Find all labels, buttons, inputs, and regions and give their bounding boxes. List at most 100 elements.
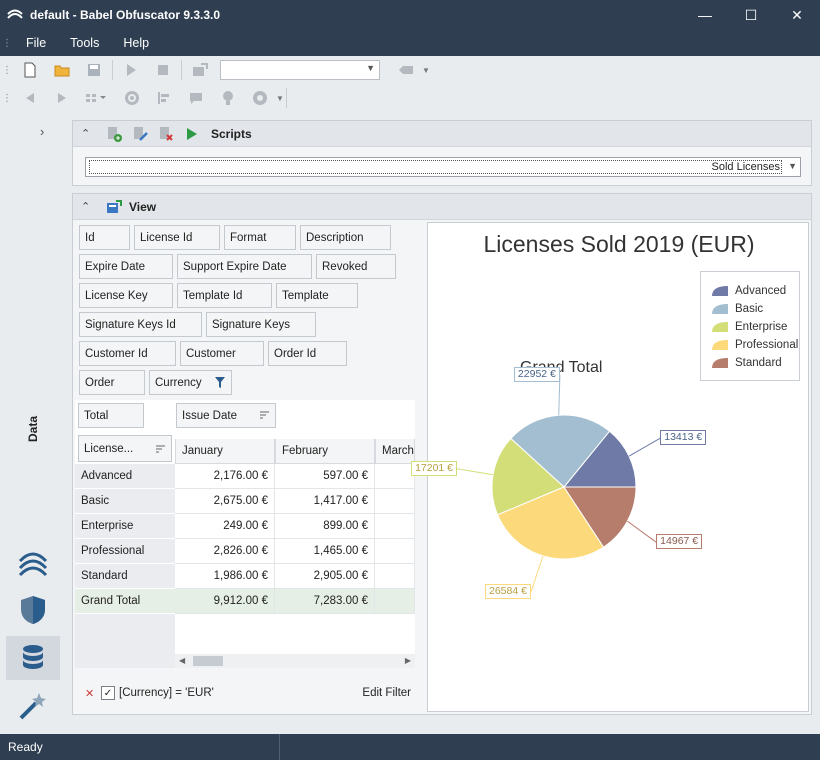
- close-button[interactable]: ✕: [774, 0, 820, 30]
- sidebar-data-tab[interactable]: Data: [26, 404, 40, 454]
- expand-chevron-icon[interactable]: ›: [40, 124, 44, 139]
- field-order[interactable]: Order: [79, 370, 145, 395]
- value-cell[interactable]: 1,417.00 €: [275, 489, 375, 514]
- run-icon[interactable]: [115, 58, 147, 82]
- value-cell[interactable]: [375, 489, 415, 514]
- column-header-march[interactable]: March: [375, 439, 415, 464]
- collapse-chevron-icon[interactable]: ⌃: [81, 200, 101, 213]
- tag-icon[interactable]: [390, 58, 422, 82]
- field-license-key[interactable]: License Key: [79, 283, 173, 308]
- value-cell[interactable]: 2,826.00 €: [175, 539, 275, 564]
- open-folder-icon[interactable]: [46, 58, 78, 82]
- menu-tools[interactable]: Tools: [58, 36, 111, 50]
- row-header-advanced[interactable]: Advanced: [75, 464, 175, 489]
- field-template-id[interactable]: Template Id: [177, 283, 272, 308]
- value-cell[interactable]: 2,675.00 €: [175, 489, 275, 514]
- field-support-expire-date[interactable]: Support Expire Date: [177, 254, 312, 279]
- database-icon[interactable]: [6, 636, 60, 680]
- magic-wand-icon[interactable]: [6, 684, 60, 728]
- menu-file[interactable]: File: [14, 36, 58, 50]
- value-cell[interactable]: [375, 464, 415, 489]
- maximize-button[interactable]: ☐: [728, 0, 774, 30]
- configuration-combo[interactable]: ▼: [220, 60, 380, 80]
- value-cell[interactable]: 249.00 €: [175, 514, 275, 539]
- column-header-january[interactable]: January: [175, 439, 275, 464]
- shield-icon[interactable]: [6, 588, 60, 632]
- value-cell[interactable]: 1,986.00 €: [175, 564, 275, 589]
- field-customer[interactable]: Customer: [180, 341, 264, 366]
- field-format[interactable]: Format: [224, 225, 296, 250]
- view-export-icon[interactable]: [101, 196, 127, 218]
- chevron-down-icon[interactable]: ▼: [422, 66, 430, 75]
- value-cell[interactable]: [375, 539, 415, 564]
- field-customer-id[interactable]: Customer Id: [79, 341, 176, 366]
- pie-slice-standard[interactable]: [563, 486, 637, 548]
- lifebuoy-icon[interactable]: [244, 86, 276, 110]
- field-signature-keys-id[interactable]: Signature Keys Id: [79, 312, 202, 337]
- export-icon[interactable]: [184, 58, 216, 82]
- comment-icon[interactable]: [180, 86, 212, 110]
- add-script-icon[interactable]: [101, 123, 127, 145]
- value-cell[interactable]: 2,176.00 €: [175, 464, 275, 489]
- value-cell[interactable]: [375, 564, 415, 589]
- value-cell[interactable]: 899.00 €: [275, 514, 375, 539]
- field-description[interactable]: Description: [300, 225, 391, 250]
- pie-slice-professional[interactable]: [496, 486, 605, 560]
- row-header-basic[interactable]: Basic: [75, 489, 175, 514]
- chevron-down-icon[interactable]: ▼: [276, 94, 284, 103]
- pie-slice-basic[interactable]: [510, 414, 611, 488]
- filter-enabled-checkbox[interactable]: ✓: [101, 686, 115, 700]
- column-field-issue-date[interactable]: Issue Date: [176, 403, 276, 428]
- column-header-february[interactable]: February: [275, 439, 375, 464]
- forward-icon[interactable]: [46, 86, 78, 110]
- horizontal-scrollbar[interactable]: ◀ ▶: [175, 654, 415, 668]
- data-field-total[interactable]: Total: [78, 403, 144, 428]
- field-license-id[interactable]: License Id: [134, 225, 220, 250]
- value-cell[interactable]: 2,905.00 €: [275, 564, 375, 589]
- grand-total-cell[interactable]: [375, 589, 415, 614]
- value-cell[interactable]: [375, 514, 415, 539]
- scrollbar-thumb[interactable]: [193, 656, 223, 666]
- field-revoked[interactable]: Revoked: [316, 254, 396, 279]
- field-currency[interactable]: Currency: [149, 370, 232, 395]
- scroll-right-icon[interactable]: ▶: [405, 654, 411, 668]
- clear-filter-icon[interactable]: ✕: [85, 687, 101, 700]
- script-select[interactable]: Sold Licenses ▼: [85, 157, 801, 177]
- grand-total-cell[interactable]: 7,283.00 €: [275, 589, 375, 614]
- collapse-chevron-icon[interactable]: ⌃: [81, 127, 101, 140]
- filter-bar: ✕ ✓ [Currency] = 'EUR' Edit Filter: [85, 682, 415, 704]
- column-field-label: Issue Date: [182, 410, 237, 422]
- field-id[interactable]: Id: [79, 225, 130, 250]
- row-header-standard[interactable]: Standard: [75, 564, 175, 589]
- row-header-professional[interactable]: Professional: [75, 539, 175, 564]
- value-cell[interactable]: 597.00 €: [275, 464, 375, 489]
- field-signature-keys[interactable]: Signature Keys: [206, 312, 316, 337]
- menu-help[interactable]: Help: [111, 36, 161, 50]
- edit-filter-link[interactable]: Edit Filter: [362, 687, 415, 699]
- filter-icon[interactable]: [215, 377, 225, 388]
- align-icon[interactable]: [148, 86, 180, 110]
- scroll-left-icon[interactable]: ◀: [179, 654, 185, 668]
- pie-slice-advanced[interactable]: [562, 430, 637, 488]
- obfuscator-logo-icon[interactable]: [6, 542, 60, 586]
- value-cell[interactable]: 1,465.00 €: [275, 539, 375, 564]
- row-header-enterprise[interactable]: Enterprise: [75, 514, 175, 539]
- grand-total-cell[interactable]: 9,912.00 €: [175, 589, 275, 614]
- field-order-id[interactable]: Order Id: [268, 341, 347, 366]
- lightbulb-icon[interactable]: [212, 86, 244, 110]
- field-expire-date[interactable]: Expire Date: [79, 254, 173, 279]
- back-icon[interactable]: [14, 86, 46, 110]
- row-field-license[interactable]: License...: [78, 435, 172, 462]
- pie-slice-enterprise[interactable]: [491, 437, 565, 516]
- edit-script-icon[interactable]: [127, 123, 153, 145]
- field-template[interactable]: Template: [276, 283, 358, 308]
- layout-icon[interactable]: [78, 86, 116, 110]
- run-script-icon[interactable]: [179, 123, 205, 145]
- save-icon[interactable]: [78, 58, 110, 82]
- delete-script-icon[interactable]: [153, 123, 179, 145]
- target-icon[interactable]: [116, 86, 148, 110]
- stop-icon[interactable]: [147, 58, 179, 82]
- row-header-grand-total[interactable]: Grand Total: [75, 589, 175, 614]
- new-file-icon[interactable]: [14, 58, 46, 82]
- minimize-button[interactable]: —: [682, 0, 728, 30]
